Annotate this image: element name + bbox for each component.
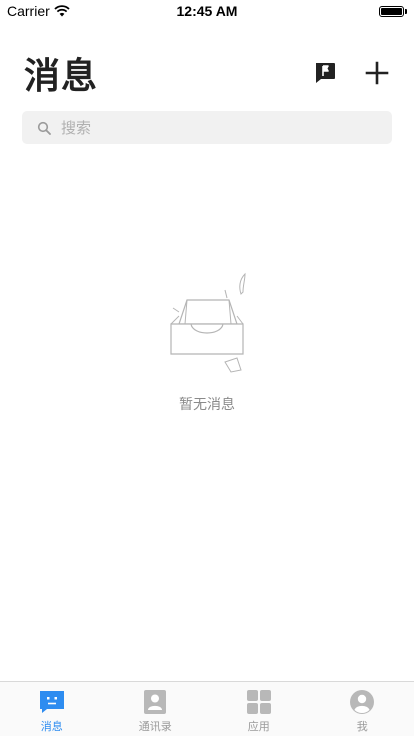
flag-chat-icon <box>316 63 335 83</box>
header: 消息 <box>0 48 414 98</box>
tab-messages[interactable]: 消息 <box>0 682 104 736</box>
battery-icon <box>379 5 407 17</box>
tab-label-apps: 应用 <box>247 720 270 733</box>
empty-state: 暂无消息 <box>0 270 414 414</box>
status-left: Carrier <box>7 3 127 19</box>
apps-grid-icon <box>246 690 271 714</box>
status-right <box>287 5 407 17</box>
search-icon <box>37 121 51 135</box>
header-actions <box>311 59 391 87</box>
tab-apps[interactable]: 应用 <box>207 682 311 736</box>
message-icon <box>39 691 64 713</box>
empty-message: 暂无消息 <box>179 397 235 413</box>
messages-screen: Carrier 12:45 AM 消息 搜索 暂无消息 消息 通讯录 应用 我 <box>0 0 414 736</box>
empty-inbox-icon <box>170 272 246 373</box>
contacts-icon <box>144 690 167 714</box>
flag-chat-button[interactable] <box>311 59 339 87</box>
page-title: 消息 <box>24 56 99 97</box>
tab-label-messages: 消息 <box>40 720 63 733</box>
plus-icon <box>365 61 389 85</box>
status-bar: Carrier 12:45 AM <box>0 0 414 22</box>
tab-contacts[interactable]: 通讯录 <box>104 682 208 736</box>
add-button[interactable] <box>363 59 391 87</box>
wifi-icon <box>54 5 70 17</box>
carrier-label: Carrier <box>7 3 50 19</box>
tab-profile[interactable]: 我 <box>311 682 414 736</box>
tab-bar: 消息 通讯录 应用 我 <box>0 681 414 736</box>
search-bar[interactable] <box>22 111 392 144</box>
tab-label-contacts: 通讯录 <box>138 720 172 733</box>
tab-label-profile: 我 <box>356 720 368 733</box>
search-input[interactable] <box>61 118 361 137</box>
profile-icon <box>350 690 375 714</box>
